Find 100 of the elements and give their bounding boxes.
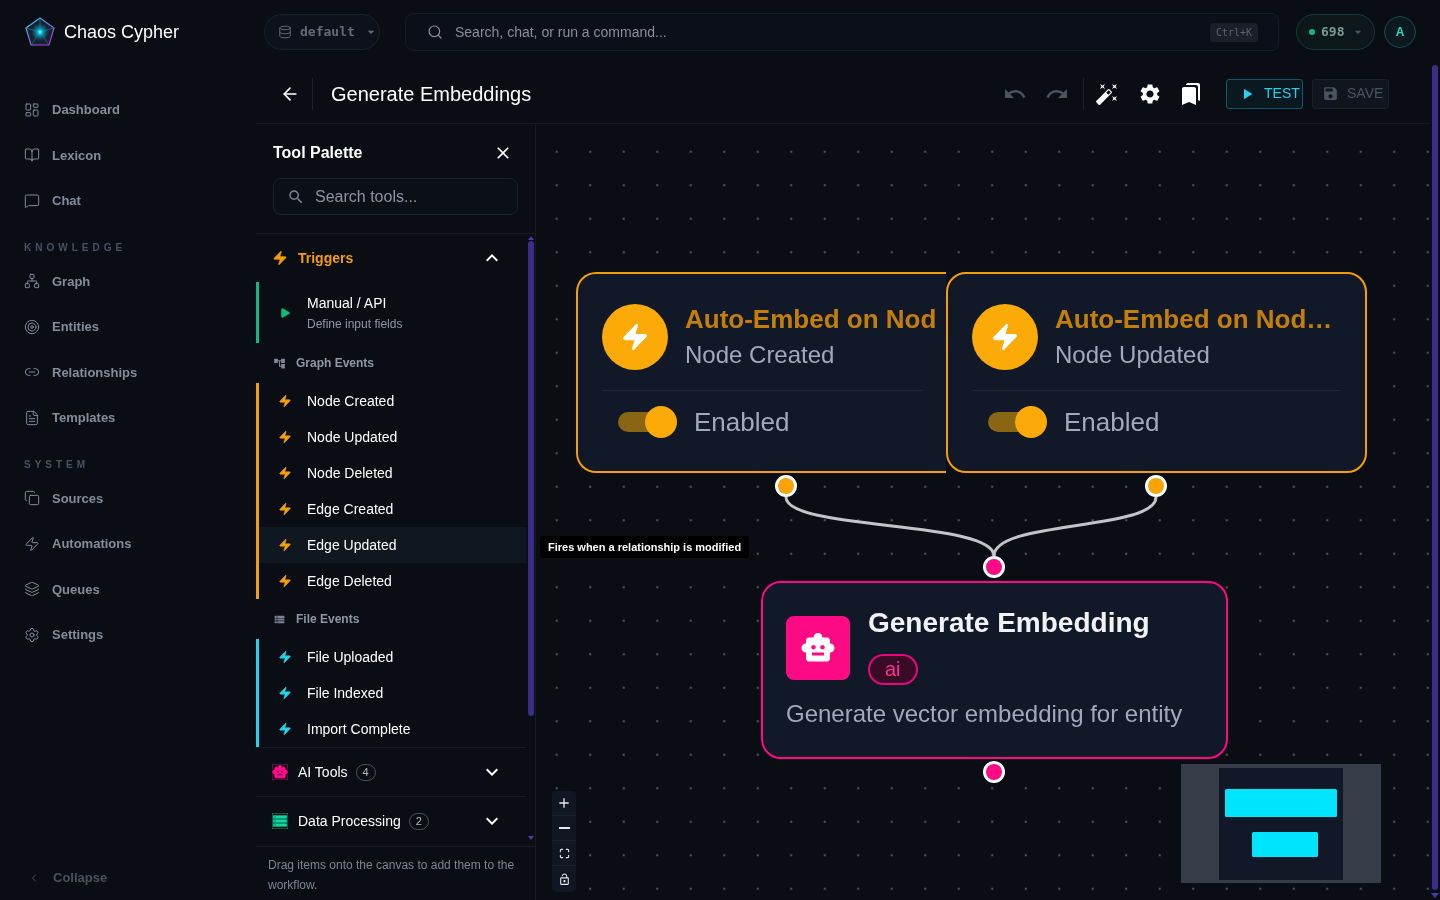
item-label: Edge Updated [307, 535, 397, 555]
robot-icon [786, 616, 850, 680]
tree-icon [273, 356, 286, 370]
nav-item[interactable]: Templates [0, 395, 256, 441]
lightning-icon [278, 650, 292, 664]
nav-item[interactable]: Automations [0, 521, 256, 567]
toggle-switch[interactable] [618, 406, 677, 438]
lightning-icon [278, 502, 292, 516]
nav-item[interactable]: Dashboard [0, 87, 256, 133]
nav-item[interactable]: Sources [0, 475, 256, 521]
nav-item[interactable]: Settings [0, 612, 256, 658]
play-icon [279, 306, 291, 319]
layers-icon [24, 581, 40, 598]
document-icon [24, 409, 40, 426]
target-icon [24, 318, 40, 335]
test-button[interactable]: TEST [1226, 78, 1303, 109]
item-label: Node Deleted [307, 463, 393, 483]
palette-item[interactable]: File Indexed [259, 675, 526, 711]
nav-item[interactable]: Chat [0, 178, 256, 224]
lightning-icon [278, 722, 292, 736]
palette-item[interactable]: Import Complete [259, 711, 526, 747]
chat-bubble-icon [24, 192, 40, 209]
plus-icon [556, 795, 572, 811]
node-subtitle: Node Created [685, 340, 836, 370]
editor-title: Generate Embeddings [331, 81, 532, 107]
group-heading: File Events [296, 611, 360, 628]
lightning-icon [278, 430, 292, 444]
database-icon [278, 25, 292, 39]
palette-title: Tool Palette [273, 143, 363, 163]
palette-item[interactable]: Manual / API Define input fields [259, 282, 526, 343]
action-node[interactable]: Generate Embedding ai Generate vector embedding for entity [761, 581, 1228, 759]
item-label: Node Updated [307, 427, 398, 447]
nav-item[interactable]: Entities [0, 304, 256, 350]
toggle-switch[interactable] [988, 406, 1047, 438]
credits-badge[interactable]: 698 [1296, 14, 1375, 50]
minus-icon [558, 827, 570, 829]
palette-item[interactable]: Edge Deleted [259, 563, 526, 599]
group-heading: Graph Events [296, 355, 375, 372]
lightning-icon [278, 538, 292, 552]
magic-wand-icon [1095, 81, 1119, 106]
section-header[interactable]: AI Tools 4 [256, 748, 526, 796]
lightning-icon [278, 394, 292, 408]
node-subtitle: Node Updated [1055, 340, 1211, 370]
corners-icon [558, 847, 570, 859]
connection-handle[interactable] [775, 475, 797, 497]
hierarchy-icon [24, 273, 40, 290]
tag-badge: ai [868, 654, 918, 685]
palette-item[interactable]: Node Updated [259, 419, 526, 455]
node-title: Generate Embedding [868, 607, 1150, 639]
connection-handle[interactable] [1145, 475, 1167, 497]
item-label: Import Complete [307, 719, 411, 739]
tooltip: Fires when a relationship is modified [540, 536, 750, 558]
palette-item[interactable]: Edge Updated [259, 527, 526, 563]
lightning-icon [278, 686, 292, 700]
app-name: Chaos Cypher [64, 20, 180, 44]
section-heading: KNOWLEDGE [24, 240, 127, 255]
node-title: Auto-Embed on Nod… [1055, 303, 1333, 335]
node-description: Generate vector embedding for entity [786, 699, 1184, 729]
palette-item[interactable]: Node Created [259, 383, 526, 419]
nav-item[interactable]: Graph [0, 258, 256, 304]
palette-item[interactable]: Node Deleted [259, 455, 526, 491]
toggle-label: Enabled [694, 405, 790, 439]
grid-icon [24, 101, 40, 118]
lightning-icon [24, 535, 40, 552]
copy-icon [24, 490, 40, 507]
palette-item[interactable]: Edge Created [259, 491, 526, 527]
section-header[interactable]: Data Processing 2 [256, 797, 526, 845]
search-input[interactable]: Search tools... [315, 184, 517, 209]
user-avatar[interactable]: A [1384, 16, 1416, 48]
pentagon-logo [24, 16, 56, 48]
search-bar[interactable]: Search tools... [273, 178, 518, 215]
padlock-icon [557, 872, 571, 886]
trigger-node[interactable]: Auto-Embed on Nod… Node Updated Enabled [946, 272, 1367, 473]
shortcut-key: Ctrl+K [1209, 22, 1258, 42]
search-icon [287, 187, 305, 206]
search-icon [427, 24, 443, 40]
settings-icon [24, 626, 40, 643]
palette-hint: Drag items onto the canvas to add them to the workflow. [256, 846, 535, 900]
connection-handle[interactable] [983, 556, 1005, 578]
toggle-label: Enabled [1064, 405, 1160, 439]
palette-item[interactable]: File Uploaded [259, 639, 526, 675]
book-icon [24, 147, 40, 164]
item-label: Node Created [307, 391, 395, 411]
section-header[interactable]: Triggers [256, 234, 526, 282]
trigger-node[interactable]: Auto-Embed on Nod Node Created Enabled [576, 272, 946, 473]
lightning-icon [278, 574, 292, 588]
nav-item[interactable]: Queues [0, 566, 256, 612]
minimap[interactable] [1181, 764, 1381, 883]
nav-item[interactable]: Relationships [0, 349, 256, 395]
lightning-icon [278, 466, 292, 480]
item-description: Define input fields [307, 316, 403, 332]
settings-icon [1138, 81, 1162, 106]
item-label: Edge Deleted [307, 571, 392, 591]
nav-item[interactable]: Lexicon [0, 132, 256, 178]
item-label: Edge Created [307, 499, 394, 519]
search-input[interactable]: Search, chat, or run a command... [455, 21, 1210, 43]
bookmarks-icon [1179, 81, 1203, 106]
workspace-selector[interactable]: default [264, 14, 380, 50]
connection-handle[interactable] [983, 761, 1005, 783]
node-title: Auto-Embed on Nod [685, 303, 937, 335]
